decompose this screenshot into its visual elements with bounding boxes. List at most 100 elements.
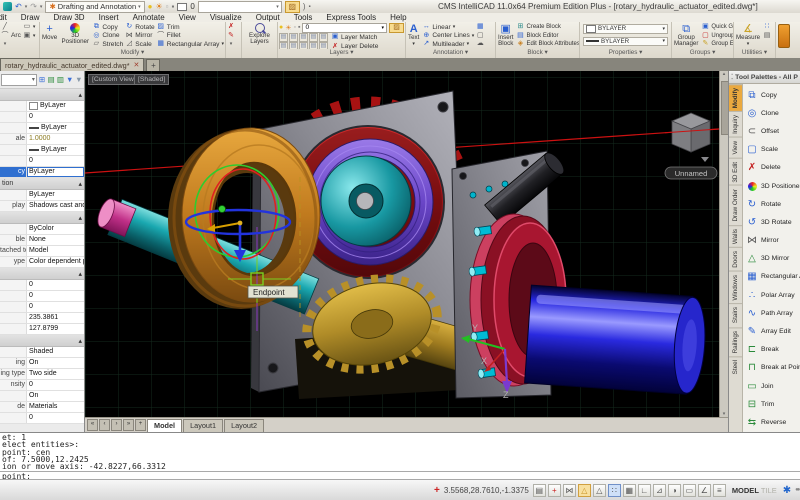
lock-angle-toggle[interactable]: △ xyxy=(577,483,591,497)
last-tab-button[interactable]: » xyxy=(123,419,134,431)
palette-tab-draw-order[interactable]: Draw Order xyxy=(729,185,742,225)
menu-view[interactable]: View xyxy=(179,13,196,22)
layer-previous-button[interactable]: ▨ xyxy=(389,22,404,33)
menu-tools[interactable]: Tools xyxy=(294,13,313,22)
freeze-icon[interactable]: ▫ xyxy=(294,24,296,31)
id-point-button[interactable]: ▤ xyxy=(763,32,771,41)
linetype-control[interactable]: BYLAYER ▾ xyxy=(583,36,668,46)
tab-layout2[interactable]: Layout2 xyxy=(224,418,265,432)
polar-toggle[interactable]: ⊿ xyxy=(652,483,666,497)
angle-toggle[interactable]: ∠ xyxy=(697,483,711,497)
esnap-toggle[interactable]: ◑ xyxy=(667,483,681,497)
chevron-down-icon[interactable]: ▾ xyxy=(227,40,235,49)
viewport-vscrollbar[interactable]: ▴ ▾ xyxy=(719,71,729,417)
layer-states-button[interactable]: ▨ xyxy=(284,0,300,13)
palette-tab-modify[interactable]: Modify xyxy=(729,84,742,112)
viewport-view-control[interactable]: [Custom View] xyxy=(88,74,140,85)
snap-marker-toggle[interactable]: + xyxy=(547,483,561,497)
section-header[interactable]: ▴ xyxy=(0,212,84,224)
mirror-button[interactable]: ⋈ Mirror xyxy=(125,32,154,41)
palette-scale[interactable]: ▢ Scale xyxy=(746,141,800,159)
explore-layers-button[interactable]: Explore Layers xyxy=(243,23,276,46)
palette-polar-array[interactable]: ∴ Polar Array xyxy=(746,286,800,304)
palette-copy[interactable]: ⧉ Copy xyxy=(746,86,800,104)
frame-button[interactable]: ▢ xyxy=(476,32,484,41)
lock-icon[interactable]: ▪ xyxy=(298,24,300,31)
palette-tab-doors[interactable]: Doors xyxy=(729,247,742,271)
palette-break-at-point[interactable]: ⊓ Break at Point xyxy=(746,359,800,377)
entity-type-combo[interactable]: ▾ xyxy=(1,73,37,86)
text-button[interactable]: A Text ▾ xyxy=(407,23,420,48)
property-row[interactable]: 0 xyxy=(0,112,84,123)
palette-tab-walls[interactable]: Walls xyxy=(729,224,742,248)
palette-delete[interactable]: ✗ Delete xyxy=(746,159,800,177)
view-cube-name[interactable]: Unnamed xyxy=(664,166,718,180)
property-row[interactable]: Shaded xyxy=(0,347,84,358)
rotate-button[interactable]: ↻ Rotate xyxy=(125,23,154,32)
blue-cylinder[interactable] xyxy=(524,284,708,395)
model-space-indicator[interactable]: MODEL xyxy=(732,486,759,495)
quick-select-icon[interactable]: ⊞ xyxy=(38,75,46,85)
group-edit-button[interactable]: ✎Group Edit xyxy=(701,40,733,49)
trim-button[interactable]: ▨ Trim xyxy=(157,23,224,32)
property-row[interactable]: tached to Model xyxy=(0,246,84,257)
panel-label-annotation[interactable]: Annotation ▾ xyxy=(406,49,495,58)
palette-tab-3d-edit[interactable]: 3D Edit xyxy=(729,157,742,186)
undo-button[interactable]: ↶ xyxy=(15,2,22,11)
clipboard-icon[interactable] xyxy=(778,24,790,48)
group-manager-button[interactable]: ⧉ Group Manager xyxy=(673,23,699,48)
layer-tool-icon[interactable]: ▤ xyxy=(309,32,318,42)
workspace-combo[interactable]: ✱ Drafting and Annotation ▾ xyxy=(45,0,145,13)
layer-color-swatch[interactable] xyxy=(177,2,188,11)
palette-tab-inquiry[interactable]: Inquiry xyxy=(729,111,742,138)
bulb-icon[interactable]: ● xyxy=(279,24,283,31)
polygon-tool[interactable]: ▣ ▾ xyxy=(23,32,36,41)
lineweight-toggle[interactable]: ▭ xyxy=(682,483,696,497)
palette-tab-railings[interactable]: Railings xyxy=(729,326,742,356)
palette-3d-positioner[interactable]: 3D Positioner xyxy=(746,177,800,195)
property-row[interactable]: On xyxy=(0,391,84,402)
panel-label-utilities[interactable]: Utilities ▾ xyxy=(734,49,775,58)
3d-positioner-button[interactable]: 3D Positioner xyxy=(60,23,90,46)
layer-tool-icon[interactable]: ▤ xyxy=(289,42,298,49)
property-row[interactable]: 0 xyxy=(0,291,84,302)
clone-button[interactable]: ◎ Clone xyxy=(92,32,123,41)
property-row[interactable]: ypeColor dependent prin... xyxy=(0,257,84,268)
collaboration-icon[interactable]: ●● xyxy=(795,487,800,493)
isometric-toggle[interactable]: ⋈ xyxy=(562,483,576,497)
center-lines-button[interactable]: ⊕ Center Lines ▾ xyxy=(422,32,474,41)
palette-tab-steel[interactable]: Steel xyxy=(729,355,742,378)
layer-tool-icon[interactable]: ▤ xyxy=(319,42,328,49)
ucs-toggle[interactable]: △ xyxy=(592,483,606,497)
property-row[interactable]: 127.8799 xyxy=(0,324,84,335)
palette-tab-view[interactable]: View xyxy=(729,137,742,158)
block-editor-button[interactable]: ▤ Block Editor xyxy=(516,32,579,41)
insert-block-button[interactable]: ▣ Insert Block xyxy=(497,23,514,48)
menu-insert[interactable]: Insert xyxy=(99,13,119,22)
palette-path-array[interactable]: ∿ Path Array xyxy=(746,304,800,322)
color-control[interactable]: BYLAYER ▾ xyxy=(583,24,668,34)
select-entities-icon[interactable]: ▤ xyxy=(47,75,55,85)
palette-reverse[interactable]: ⇆ Reverse xyxy=(746,413,800,431)
palette-tab-windows[interactable]: Windows xyxy=(729,270,742,304)
layer-tool-icon[interactable]: ▤ xyxy=(289,32,298,42)
layer-tool-icon[interactable]: ▤ xyxy=(319,32,328,42)
ortho-toggle[interactable]: ∟ xyxy=(637,483,651,497)
palette-mirror[interactable]: ⋈ Mirror xyxy=(746,232,800,250)
property-row[interactable]: 0 xyxy=(0,156,84,167)
redo-dropdown-icon[interactable]: ▾ xyxy=(40,4,43,10)
copy-button[interactable]: ⧉ Copy xyxy=(92,23,123,32)
menu-help[interactable]: Help xyxy=(390,13,406,22)
quickprops-toggle[interactable]: ≡ xyxy=(712,483,726,497)
fillet-button[interactable]: ⌒ Fillet xyxy=(157,32,224,41)
tool-palettes-header[interactable]: ⁚ Tool Palettes - All P xyxy=(729,71,800,84)
property-row[interactable]: nsity 0 xyxy=(0,380,84,391)
arc-tool[interactable]: ⌒ Arc xyxy=(1,32,21,41)
property-row[interactable]: ByColor xyxy=(0,224,84,235)
property-row[interactable]: ByLayer xyxy=(0,123,84,134)
palette-trim[interactable]: ⊟ Trim xyxy=(746,395,800,413)
document-tab[interactable]: rotary_hydraulic_actuator_edited.dwg* ✕ xyxy=(0,58,145,71)
layer-tool-icon[interactable]: ▤ xyxy=(279,42,288,49)
layer-plot-icon[interactable]: ▪ xyxy=(172,2,175,11)
scale-button[interactable]: ◿ Scale xyxy=(125,40,154,49)
